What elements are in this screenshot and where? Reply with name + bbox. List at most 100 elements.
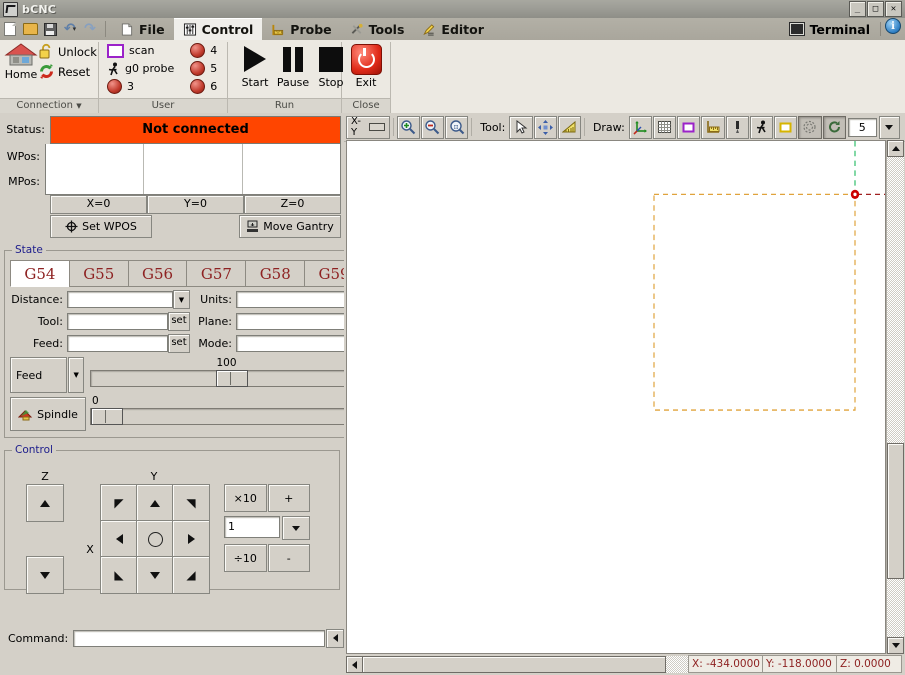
draw-reverse-button[interactable] [823,116,846,139]
user-button-5[interactable]: 5 [190,60,217,77]
redo-button[interactable]: ↷ [80,18,100,40]
spindle-button[interactable]: Spindle [10,397,86,431]
start-button[interactable]: Start [237,42,273,89]
draw-paths-button[interactable] [798,116,821,139]
user-button-4[interactable]: 4 [190,42,217,59]
save-button[interactable] [40,18,60,40]
draw-rapid-button[interactable] [750,116,773,139]
select-pointer-button[interactable] [509,116,532,139]
scroll-left-button[interactable] [346,656,363,673]
jog-up-right-button[interactable]: ◥ [172,484,210,522]
jog-z-up-button[interactable] [26,484,64,522]
scroll-up-button[interactable] [887,140,904,157]
view-plane-button[interactable]: X-Y [346,116,390,139]
feed-override-slider[interactable] [90,370,363,387]
feed-override-button[interactable]: Feed [10,357,67,393]
feed-input[interactable] [67,335,168,352]
step-minus-button[interactable]: - [268,544,311,572]
command-history-button[interactable] [326,629,344,648]
step-plus-button[interactable]: + [268,484,311,512]
zero-x-button[interactable]: X=0 [50,195,147,214]
command-input[interactable] [73,630,325,647]
info-icon[interactable]: i [885,18,901,34]
tab-probe[interactable]: Probe [262,18,340,40]
reset-button[interactable]: Reset [38,63,97,80]
canvas-vertical-scrollbar[interactable] [886,140,904,654]
terminal-button[interactable]: Terminal [783,18,876,40]
maximize-button[interactable]: □ [867,1,884,17]
jog-home-center-button[interactable] [136,520,174,558]
draw-workarea-button[interactable] [701,116,724,139]
draw-density-input[interactable]: 5 [848,118,877,137]
plane-input[interactable] [236,313,346,330]
units-input[interactable] [236,291,346,308]
tab-g58[interactable]: G58 [245,260,305,287]
ribbon-label-connection[interactable]: Connection ▼ [0,98,98,113]
open-button[interactable] [20,18,40,40]
feed-slider-thumb[interactable] [216,370,248,387]
horizontal-scroll-thumb[interactable] [362,656,666,673]
jog-down-left-button[interactable]: ◣ [100,556,138,594]
zero-y-button[interactable]: Y=0 [147,195,244,214]
draw-density-caret-icon[interactable] [879,116,900,139]
gcode-canvas[interactable] [346,140,886,654]
tab-g56[interactable]: G56 [128,260,188,287]
jog-right-button[interactable] [172,520,210,558]
tab-g55[interactable]: G55 [69,260,129,287]
jog-down-button[interactable] [136,556,174,594]
move-gantry-button[interactable]: Move Gantry [239,215,341,238]
tab-tools[interactable]: Tools [341,18,414,40]
tab-g54[interactable]: G54 [10,260,70,287]
feed-override-caret-icon[interactable]: ▼ [68,357,84,393]
tab-control[interactable]: Control [174,18,263,40]
distance-input[interactable] [67,291,173,308]
step-multiply-button[interactable]: ×10 [224,484,267,512]
draw-axes-button[interactable] [629,116,652,139]
minimize-button[interactable]: _ [849,1,866,17]
purple-rect-icon [107,44,124,58]
tool-set-button[interactable]: set [168,312,190,331]
draw-grid-button[interactable] [653,116,676,139]
zoom-fit-button[interactable]: ⊡ [445,116,468,139]
close-button[interactable]: ✕ [885,1,902,17]
tab-editor[interactable]: Editor [413,18,493,40]
jog-z-down-button[interactable] [26,556,64,594]
zoom-in-button[interactable] [397,116,420,139]
user-button-6[interactable]: 6 [190,78,217,95]
zoom-out-button[interactable] [421,116,444,139]
jog-up-left-button[interactable]: ◤ [100,484,138,522]
jog-up-button[interactable] [136,484,174,522]
set-wpos-button[interactable]: Set WPOS [50,215,152,238]
feed-set-button[interactable]: set [168,334,190,353]
vertical-scroll-thumb[interactable] [887,443,904,579]
jog-down-right-button[interactable]: ◢ [172,556,210,594]
undo-button[interactable]: ↶ ▾ [60,18,80,40]
tool-input[interactable] [67,313,168,330]
draw-probe-button[interactable] [726,116,749,139]
spindle-slider-thumb[interactable] [91,408,123,425]
pause-button[interactable]: Pause [275,42,311,89]
step-divide-button[interactable]: ÷10 [224,544,267,572]
new-button[interactable] [0,18,20,40]
scroll-down-button[interactable] [887,637,904,654]
user-button-g0probe[interactable]: g0 probe [107,60,174,77]
exit-button[interactable]: Exit [348,42,384,89]
user-button-3[interactable]: 3 [107,78,174,95]
draw-margins-button[interactable] [677,116,700,139]
distance-dropdown-caret-icon[interactable]: ▼ [173,290,190,309]
home-button[interactable]: Home [4,42,38,81]
crosshair-target-icon [65,220,78,233]
draw-bbox-button[interactable] [774,116,797,139]
mode-input[interactable] [236,335,346,352]
tab-file[interactable]: File [111,18,174,40]
zero-z-button[interactable]: Z=0 [244,195,341,214]
spindle-slider[interactable] [90,408,363,425]
pan-move-button[interactable] [534,116,557,139]
step-value-input[interactable]: 1 [224,516,280,538]
ruler-measure-button[interactable] [558,116,581,139]
tab-g57[interactable]: G57 [186,260,246,287]
unlock-button[interactable]: Unlock [38,43,97,60]
jog-left-button[interactable] [100,520,138,558]
step-dropdown-caret-icon[interactable] [282,516,310,540]
user-button-scan[interactable]: scan [107,42,174,59]
